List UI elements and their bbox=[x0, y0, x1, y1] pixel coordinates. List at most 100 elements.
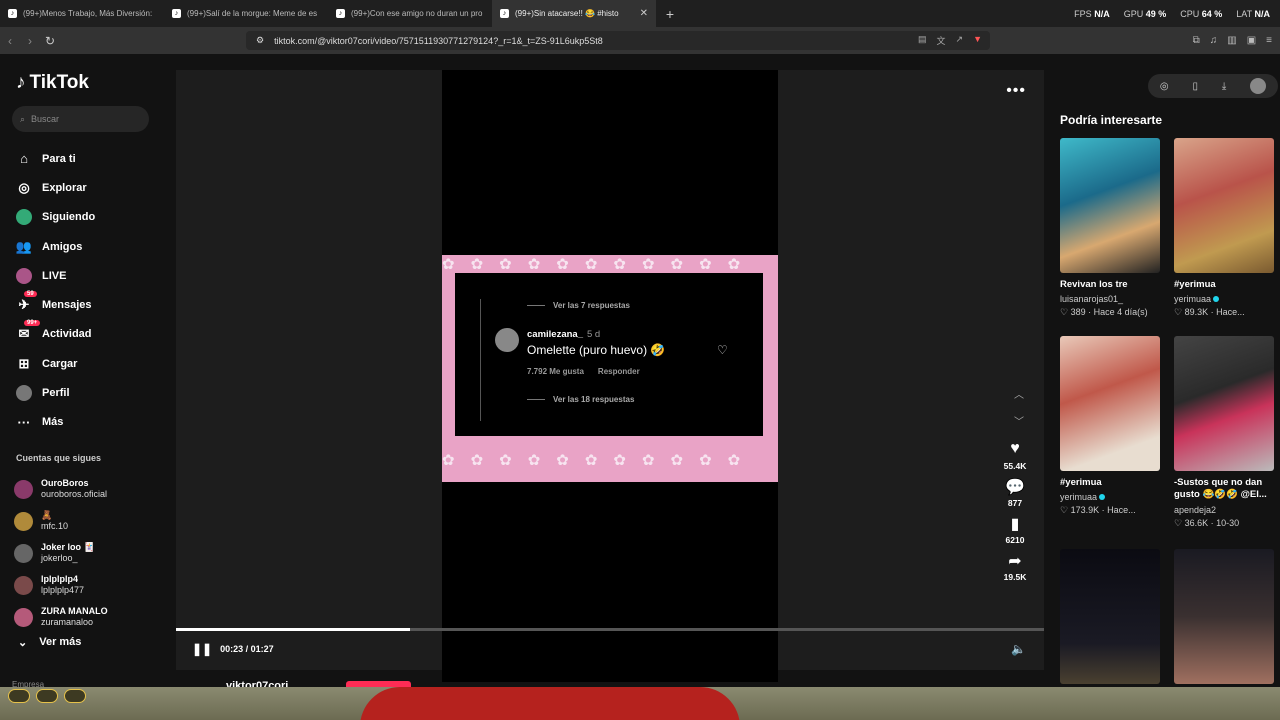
suggestion-card[interactable]: #yerimua yerimuaa ♡ 89.3K · Hace... bbox=[1174, 138, 1274, 318]
comment-button[interactable]: 💬 877 bbox=[1005, 477, 1025, 508]
share-button[interactable]: ➦ 19.5K bbox=[1004, 551, 1027, 582]
nav-item-live[interactable]: LIVE bbox=[16, 261, 95, 290]
suggestion-card[interactable] bbox=[1060, 549, 1160, 684]
pause-icon[interactable]: ❚❚ bbox=[192, 642, 212, 656]
extensions-icon[interactable]: ⧉ bbox=[1193, 35, 1200, 46]
compass-icon: ◎ bbox=[18, 179, 30, 195]
sidebar-icon[interactable]: ▥ bbox=[1227, 35, 1236, 46]
messages-icon: ✈ 59 bbox=[16, 291, 37, 313]
suggestion-card[interactable]: Revivan los tre luisanarojas01_ ♡ 389 · … bbox=[1060, 138, 1160, 318]
progress-bar[interactable] bbox=[176, 628, 1044, 631]
main-nav: ⌂ Para ti ◎ Explorar Siguiendo 👥 Amigos LIV… bbox=[16, 144, 95, 437]
tiktok-favicon-icon: ♪ bbox=[336, 9, 345, 18]
comment-text: Omelette (puro huevo) 🤣 bbox=[527, 343, 666, 357]
following-item[interactable]: OuroBoros ouroboros.oficial bbox=[14, 473, 108, 505]
comment-icon: 💬 bbox=[1005, 479, 1025, 496]
browser-tab-4-active[interactable]: ♪ (99+)Sin atacarse!! 😂 #histo ✕ bbox=[492, 0, 656, 27]
progress-fill bbox=[176, 628, 411, 631]
thumbnail bbox=[1174, 138, 1274, 273]
heart-icon: ♥ bbox=[1010, 440, 1020, 457]
suggestion-card[interactable]: #yerimua yerimuaa ♡ 173.9K · Hace... bbox=[1060, 336, 1160, 516]
shield-icon[interactable]: ▼ bbox=[973, 34, 982, 47]
reload-icon[interactable]: ↻ bbox=[40, 34, 60, 48]
following-item[interactable]: 🧸 mfc.10 bbox=[14, 505, 108, 537]
nav-item-para-ti[interactable]: ⌂ Para ti bbox=[16, 144, 95, 173]
following-item[interactable]: Joker loo 🃏 jokerloo_ bbox=[14, 537, 108, 569]
reader-icon[interactable]: ▤ bbox=[918, 34, 927, 47]
lat-stat: LAT N/A bbox=[1236, 8, 1270, 19]
avatar bbox=[14, 575, 33, 595]
view-replies-bottom: Ver las 18 respuestas bbox=[527, 395, 634, 404]
live-icon bbox=[16, 267, 32, 284]
nav-item-actividad[interactable]: ✉ 99+ Actividad bbox=[16, 320, 95, 349]
hud-icons bbox=[8, 689, 86, 703]
forward-icon[interactable]: › bbox=[20, 34, 40, 48]
like-button[interactable]: ♥ 55.4K bbox=[1004, 440, 1027, 471]
nav-item-perfil[interactable]: Perfil bbox=[16, 378, 95, 407]
nav-item-siguiendo[interactable]: Siguiendo bbox=[16, 203, 95, 232]
share-icon[interactable]: ↗ bbox=[956, 34, 964, 47]
volume-icon[interactable]: 🔈 bbox=[1011, 642, 1026, 656]
browser-tab-2[interactable]: ♪ (99+)Salí de la morgue: Meme de es bbox=[164, 0, 328, 27]
action-bar: ♥ 55.4K 💬 877 ▮ 6210 ➦ 19.5K bbox=[1000, 440, 1030, 588]
music-icon[interactable]: ♫ bbox=[1210, 35, 1218, 46]
chevron-down-icon: ⌄ bbox=[18, 637, 28, 649]
following-item[interactable]: ZURA MANALO zuramanaloo bbox=[14, 601, 108, 633]
new-tab-button[interactable]: + bbox=[660, 6, 680, 22]
device-icon[interactable]: ▯ bbox=[1192, 81, 1198, 92]
video-player[interactable]: ✿✿✿✿✿✿✿✿✿✿✿ ✿✿✿✿✿✿✿✿✿✿✿ Ver las 7 respue… bbox=[176, 70, 1044, 682]
suggestion-card[interactable] bbox=[1174, 549, 1274, 684]
back-icon[interactable]: ‹ bbox=[0, 34, 20, 48]
chevron-up-icon[interactable]: ︿ bbox=[1014, 386, 1024, 401]
comment-username: camilezana_ 5 d bbox=[527, 329, 601, 340]
nav-item-explorar[interactable]: ◎ Explorar bbox=[16, 173, 95, 202]
browser-tab-bar: ♪ (99+)Menos Trabajo, Más Diversión: ♪ (99… bbox=[0, 0, 1280, 27]
browser-tab-3[interactable]: ♪ (99+)Con ese amigo no duran un pro bbox=[328, 0, 492, 27]
search-input[interactable]: ⌕ Buscar bbox=[12, 106, 149, 132]
left-sidebar: ♪ TikTok ⌕ Buscar ⌂ Para ti ◎ Explorar Sigu… bbox=[0, 54, 160, 694]
following-list: OuroBoros ouroboros.oficial 🧸 mfc.10 Joker… bbox=[14, 473, 108, 633]
more-options-icon[interactable]: ••• bbox=[1006, 82, 1026, 100]
tiktok-note-icon: ♪ bbox=[16, 72, 26, 93]
url-field[interactable]: ⚙ tiktok.com/@viktor07cori/video/7571511… bbox=[246, 31, 990, 50]
tiktok-favicon-icon: ♪ bbox=[500, 9, 509, 18]
site-info-icon[interactable]: ⚙ bbox=[256, 35, 264, 46]
avatar bbox=[14, 479, 33, 499]
heart-outline-icon: ♡ bbox=[1174, 518, 1183, 528]
thumbnail bbox=[1060, 549, 1160, 684]
see-more-button[interactable]: ⌄ Ver más bbox=[18, 636, 81, 649]
download-icon[interactable]: ⤓ bbox=[1222, 81, 1226, 92]
menu-icon[interactable]: ≡ bbox=[1266, 35, 1272, 46]
avatar bbox=[14, 543, 33, 563]
nav-item-cargar[interactable]: ⊞ Cargar bbox=[16, 349, 95, 378]
address-bar-row: ‹ › ↻ ⚙ tiktok.com/@viktor07cori/video/7… bbox=[0, 27, 1280, 54]
pattern-row: ✿✿✿✿✿✿✿✿✿✿✿ bbox=[442, 452, 757, 469]
wallet-icon[interactable]: ▣ bbox=[1247, 35, 1256, 46]
close-tab-icon[interactable]: ✕ bbox=[640, 8, 648, 19]
avatar[interactable] bbox=[1250, 78, 1267, 94]
chevron-down-icon[interactable]: ﹀ bbox=[1014, 413, 1024, 428]
save-button[interactable]: ▮ 6210 bbox=[1006, 514, 1025, 545]
address-bar-actions: ▤ 文 ↗ ▼ bbox=[918, 34, 982, 47]
nav-item-mensajes[interactable]: ✈ 59 Mensajes bbox=[16, 290, 95, 319]
nav-item-amigos[interactable]: 👥 Amigos bbox=[16, 232, 95, 261]
playback-controls: ❚❚ 00:23 / 01:27 bbox=[192, 642, 274, 656]
suggestions-title: Podría interesarte bbox=[1060, 113, 1163, 127]
comment-meta: 7.792 Me gusta Responder bbox=[527, 367, 640, 376]
tiktok-logo[interactable]: ♪ TikTok bbox=[16, 72, 89, 94]
messages-badge: 59 bbox=[24, 291, 37, 298]
nav-item-mas[interactable]: ··· Más bbox=[16, 408, 95, 437]
view-replies-top: Ver las 7 respuestas bbox=[527, 301, 630, 310]
heart-outline-icon: ♡ bbox=[1174, 307, 1183, 317]
thread-line bbox=[480, 299, 481, 421]
gpu-stat: GPU 49 % bbox=[1123, 8, 1167, 19]
background-game-strip bbox=[0, 687, 1280, 720]
home-icon: ⌂ bbox=[20, 151, 28, 167]
activity-icon: ✉ 99+ bbox=[16, 320, 41, 342]
suggestion-card[interactable]: -Sustos que no dan gusto 😂🤣🤣 @El... apen… bbox=[1174, 336, 1274, 529]
browser-tab-1[interactable]: ♪ (99+)Menos Trabajo, Más Diversión: bbox=[0, 0, 164, 27]
thumbnail bbox=[1060, 336, 1160, 471]
following-item[interactable]: lplplplp4 lplplplp477 bbox=[14, 569, 108, 601]
coin-icon[interactable]: ◎ bbox=[1160, 81, 1169, 92]
translate-icon[interactable]: 文 bbox=[937, 34, 946, 47]
